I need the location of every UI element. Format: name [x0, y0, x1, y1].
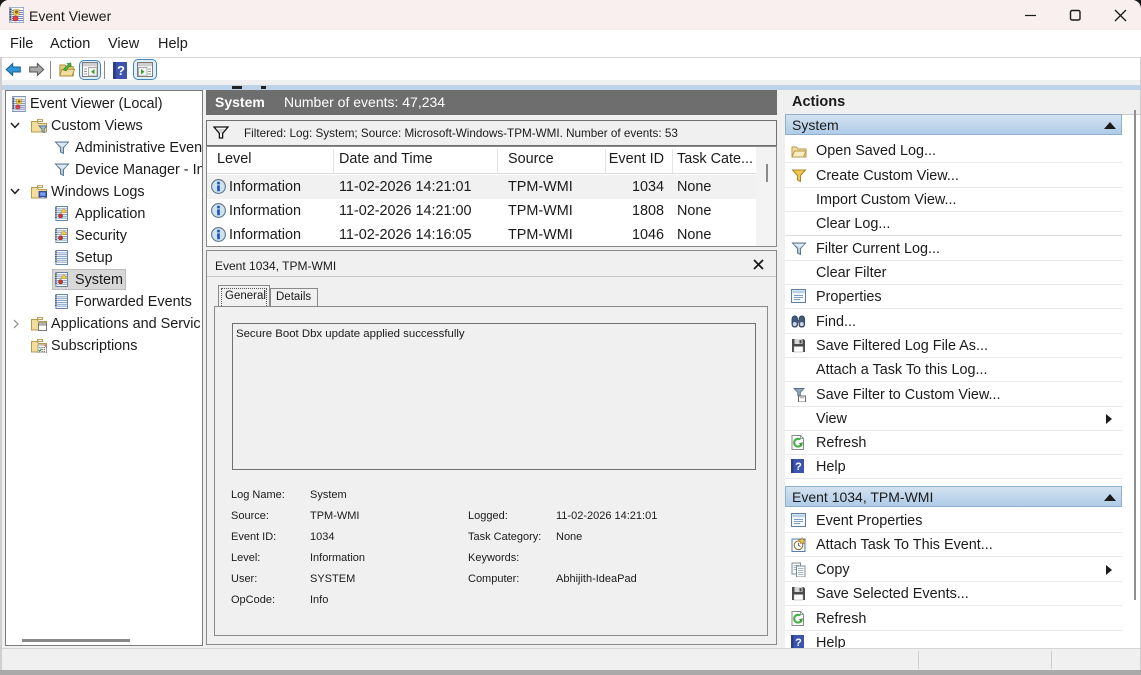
svg-text:?: ?	[117, 63, 125, 78]
